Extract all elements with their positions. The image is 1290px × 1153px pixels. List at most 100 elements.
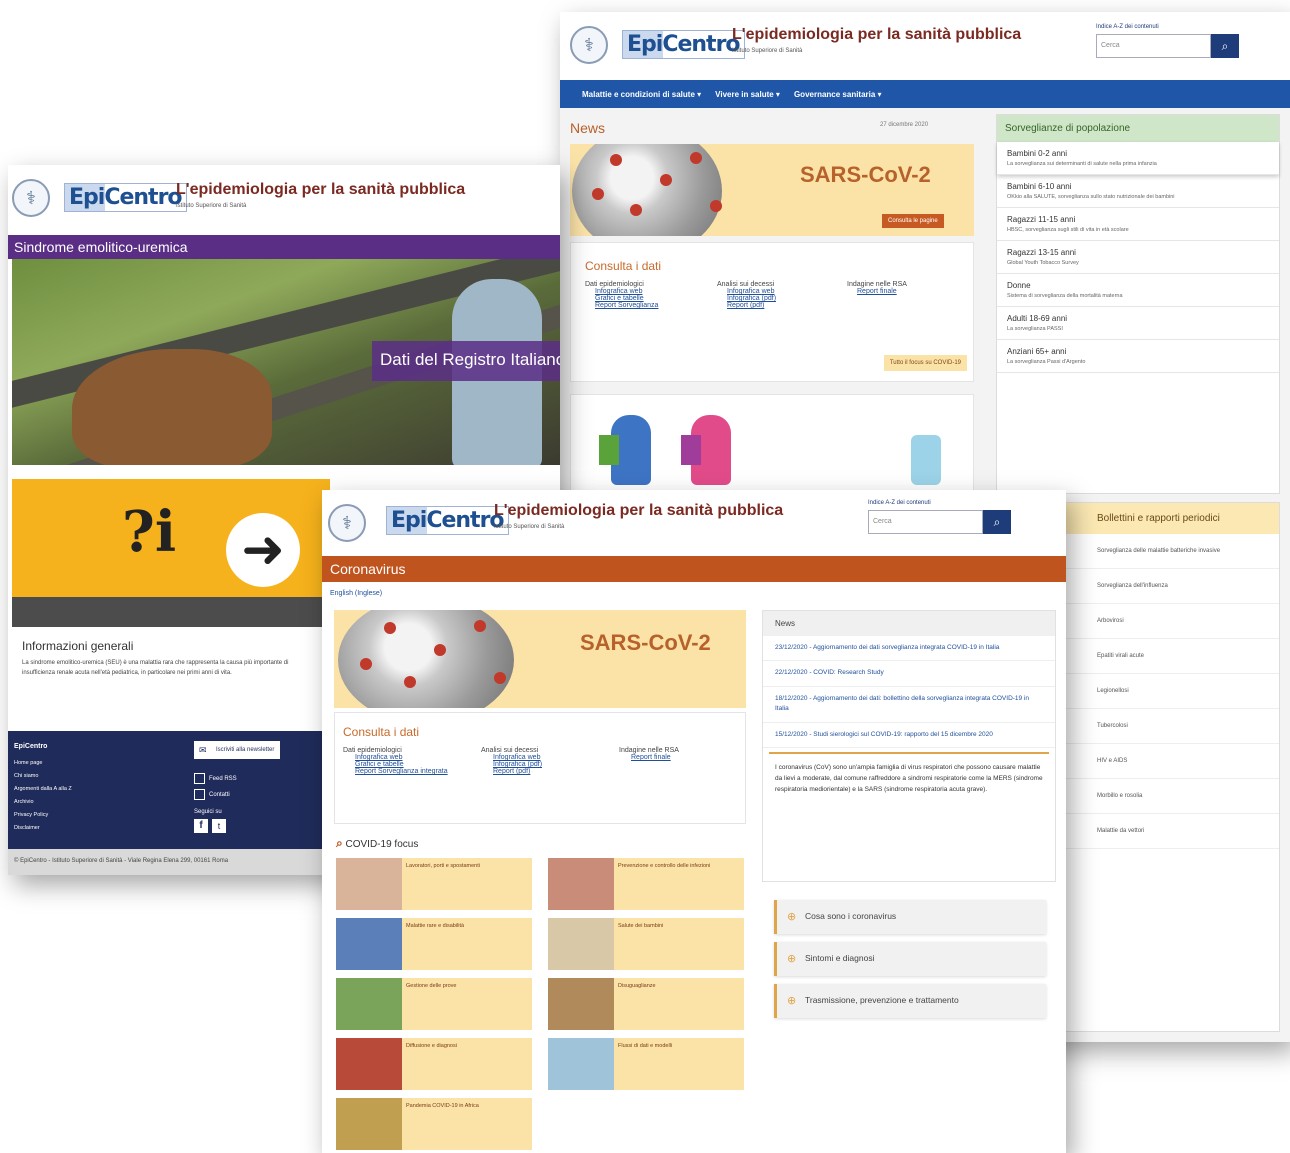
site-header: ⚕ EpiCentro L'epidemiologia per la sanit…	[8, 165, 560, 235]
search-input[interactable]: Cerca	[868, 510, 983, 534]
epicentro-logo[interactable]: EpiCentro	[622, 30, 745, 59]
consulta-col-title: Analisi sui decessi	[481, 747, 539, 754]
consulta-link[interactable]: Report (pdf)	[727, 302, 837, 309]
epicentro-logo[interactable]: EpiCentro	[386, 506, 509, 535]
hero-caption-box: Dati del Registro Italiano	[372, 341, 560, 381]
sars-button[interactable]: Consulta le pagine	[882, 214, 944, 228]
focus-tile[interactable]: Diffusione e diagnosi	[336, 1038, 532, 1090]
search-button[interactable]: ⌕	[983, 510, 1011, 534]
consulta-link[interactable]: Infografica (pdf)	[493, 761, 609, 768]
surveillance-item[interactable]: Bambini 0-2 anni La sorveglianza sui dete…	[997, 142, 1279, 175]
nav-item-vivere[interactable]: Vivere in salute ▾	[715, 90, 780, 99]
news-item[interactable]: 23/12/2020 - Aggiornamento dei dati sorv…	[763, 636, 1055, 662]
sars-cov-2-banner[interactable]: SARS-CoV-2	[334, 610, 746, 708]
twitter-icon[interactable]: t	[212, 819, 226, 833]
focus-tile[interactable]: Malattie rare e disabilità	[336, 918, 532, 970]
news-item[interactable]: 18/12/2020 - Aggiornamento dei dati: bol…	[763, 687, 1055, 723]
nav-item-governance[interactable]: Governance sanitaria ▾	[794, 90, 882, 99]
language-link[interactable]: English (Inglese)	[330, 590, 382, 597]
consulta-link[interactable]: Infografica web	[493, 754, 609, 761]
skip-link[interactable]: Indice A-Z dei contenuti	[868, 500, 931, 506]
mail-icon: ✉	[199, 745, 207, 755]
surveillance-item[interactable]: Donne Sistema di sorveglianza della morta…	[997, 274, 1279, 307]
focus-tile-label: Gestione delle prove	[406, 983, 457, 989]
footer-link[interactable]: Argomenti dalla A alla Z	[14, 783, 72, 796]
news-item[interactable]: 15/12/2020 - Studi sierologici sul COVID…	[763, 723, 1055, 748]
consulta-link[interactable]: Infografica web	[595, 288, 705, 295]
consulta-link[interactable]: Report (pdf)	[493, 768, 609, 775]
footer-link[interactable]: Chi siamo	[14, 770, 72, 783]
surveillance-item[interactable]: Anziani 65+ anni La sorveglianza Passi d'…	[997, 340, 1279, 373]
consulta-card: Consulta i dati Dati epidemiologici Info…	[570, 242, 974, 382]
main-nav: Malattie e condizioni di salute ▾ Vivere…	[560, 80, 1290, 108]
consulta-col-title: Analisi sui decessi	[717, 281, 775, 288]
consulta-link[interactable]: Report finale	[631, 754, 741, 761]
focus-tile-label: Flussi di dati e modelli	[618, 1043, 673, 1049]
search-button[interactable]: ⌕	[1211, 34, 1239, 58]
focus-tile[interactable]: Pandemia COVID-19 in Africa	[336, 1098, 532, 1150]
rss-link[interactable]: Feed RSS	[194, 773, 237, 784]
consulta-link[interactable]: Infografica (pdf)	[727, 295, 837, 302]
accordion-item[interactable]: ⊕ Cosa sono i coronavirus	[774, 900, 1046, 934]
arrow-icon: ➜	[226, 513, 300, 587]
surveillance-item-title: Bambini 6-10 anni	[1007, 182, 1072, 191]
focus-tile-thumbnail	[336, 858, 402, 910]
search-icon: ⌕	[993, 514, 1001, 529]
focus-tile[interactable]: Salute dei bambini	[548, 918, 744, 970]
focus-tile-thumbnail	[336, 1038, 402, 1090]
site-subtitle: Istituto Superiore di Sanità	[494, 524, 565, 530]
consulta-link[interactable]: Infografica web	[355, 754, 471, 761]
consulta-col-title: Dati epidemiologici	[343, 747, 402, 754]
plus-icon: ⊕	[787, 911, 797, 923]
news-heading: News	[763, 611, 1055, 636]
sars-label: SARS-CoV-2	[580, 630, 711, 655]
consulta-link[interactable]: Report finale	[857, 288, 967, 295]
contact-link[interactable]: Contatti	[194, 789, 230, 800]
surveillance-item[interactable]: Ragazzi 11-15 anni HBSC, sorveglianza sug…	[997, 208, 1279, 241]
consulta-link[interactable]: Report Sorveglianza	[595, 302, 705, 309]
footer-link[interactable]: Home page	[14, 757, 72, 770]
search-input[interactable]: Cerca	[1096, 34, 1211, 58]
sars-cov-2-banner[interactable]: SARS-CoV-2 Consulta le pagine	[570, 144, 974, 236]
newsletter-button[interactable]: ✉ Iscriviti alla newsletter	[194, 741, 281, 759]
focus-tile[interactable]: Lavoratori, porti e spostamenti	[336, 858, 532, 910]
iss-seal-icon: ⚕	[570, 26, 608, 64]
surveillance-item-desc: Global Youth Tobacco Survey	[1007, 260, 1079, 266]
consulta-link[interactable]: Infografica web	[727, 288, 837, 295]
consulta-link[interactable]: Report Sorveglianza integrata	[355, 768, 471, 775]
news-item[interactable]: 22/12/2020 - COVID: Research Study	[763, 661, 1055, 687]
focus-tile[interactable]: Disuguaglianze	[548, 978, 744, 1030]
accordion-item[interactable]: ⊕ Trasmissione, prevenzione e trattamento	[774, 984, 1046, 1018]
backpack	[681, 435, 701, 465]
focus-tile-label: Prevenzione e controllo delle infezioni	[618, 863, 711, 869]
covid-focus-link[interactable]: Tutto il focus su COVID-19	[883, 355, 967, 371]
hero-image: Dati del Registro Italiano	[12, 259, 560, 465]
footer-link[interactable]: Archivio	[14, 796, 72, 809]
site-title: L'epidemiologia per la sanità pubblica	[494, 502, 784, 519]
skip-link[interactable]: Indice A-Z dei contenuti	[1096, 24, 1159, 30]
newsletter-label: Iscriviti alla newsletter	[216, 747, 275, 753]
search-form: Cerca ⌕	[868, 510, 1011, 534]
focus-tile-label: Salute dei bambini	[618, 923, 664, 929]
site-header: ⚕ EpiCentro L'epidemiologia per la sanit…	[560, 12, 1290, 80]
epicentro-logo[interactable]: EpiCentro	[64, 183, 187, 212]
footer-link[interactable]: Privacy Policy	[14, 809, 72, 822]
front-browser-window: ⚕ EpiCentro L'epidemiologia per la sanit…	[322, 490, 1066, 1153]
footer-link[interactable]: Disclaimer	[14, 822, 72, 835]
consulta-link[interactable]: Grafici e tabelle	[595, 295, 705, 302]
search-icon: ⌕	[1221, 38, 1229, 53]
consulta-link[interactable]: Grafici e tabelle	[355, 761, 471, 768]
focus-tile[interactable]: Flussi di dati e modelli	[548, 1038, 744, 1090]
page-title-bar: Sindrome emolitico-uremica	[8, 235, 560, 259]
accordion-item[interactable]: ⊕ Sintomi e diagnosi	[774, 942, 1046, 976]
site-subtitle: Istituto Superiore di Sanità	[176, 203, 247, 209]
focus-tile[interactable]: Gestione delle prove	[336, 978, 532, 1030]
facebook-icon[interactable]: f	[194, 819, 208, 833]
focus-tile[interactable]: Prevenzione e controllo delle infezioni	[548, 858, 744, 910]
surveillance-item-desc: OKkio alla SALUTE, sorveglianza sullo st…	[1007, 194, 1175, 200]
contact-label: Contatti	[209, 792, 230, 799]
surveillance-item[interactable]: Adulti 18-69 anni La sorveglianza PASSI	[997, 307, 1279, 340]
surveillance-item[interactable]: Bambini 6-10 anni OKkio alla SALUTE, sorv…	[997, 175, 1279, 208]
nav-item-malattie[interactable]: Malattie e condizioni di salute ▾	[582, 90, 701, 99]
surveillance-item[interactable]: Ragazzi 13-15 anni Global Youth Tobacco S…	[997, 241, 1279, 274]
